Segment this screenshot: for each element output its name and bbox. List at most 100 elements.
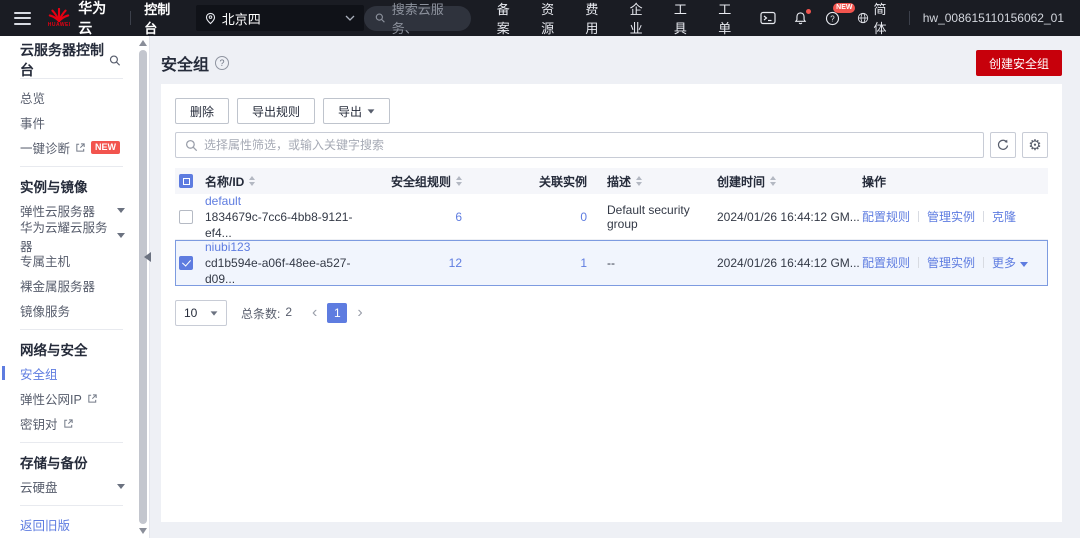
sort-icon[interactable]	[636, 176, 643, 186]
instances-count-link[interactable]: 0	[580, 210, 587, 224]
menu-item-tools[interactable]: 工具	[674, 0, 698, 37]
export-button[interactable]: 导出	[323, 98, 391, 124]
security-group-name-link[interactable]: default	[205, 194, 241, 208]
gear-icon: ⚙	[1028, 136, 1042, 154]
chevron-down-icon	[367, 108, 375, 114]
topbar-menu: 备案 资源 费用 企业 工具 工单	[497, 0, 743, 37]
select-all-checkbox[interactable]	[179, 174, 193, 188]
search-icon	[376, 13, 386, 23]
scrollbar-thumb[interactable]	[139, 50, 147, 524]
table-row-niubi123: niubi123 cd1b594e-a06f-48ee-a527-d09... …	[175, 240, 1048, 286]
delete-button[interactable]: 删除	[175, 98, 230, 124]
language-selector[interactable]: 简体	[857, 0, 895, 37]
instances-count-link[interactable]: 1	[580, 256, 587, 270]
clone-link[interactable]: 克隆	[992, 208, 1016, 225]
sidebar-collapse-handle[interactable]	[144, 245, 156, 269]
topbar-divider	[130, 11, 132, 25]
column-header-description[interactable]: 描述	[587, 173, 717, 190]
action-divider	[918, 257, 920, 268]
account-id[interactable]: hw_008615110156062_01	[923, 11, 1064, 25]
created-time-cell: 2024/01/26 16:44:12 GM...	[717, 255, 860, 270]
row-checkbox[interactable]	[179, 209, 193, 224]
menu-item-tickets[interactable]: 工单	[718, 0, 742, 37]
sidebar-item-hecs[interactable]: 华为云耀云服务器	[20, 221, 149, 254]
menu-item-resources[interactable]: 资源	[541, 0, 565, 37]
sidebar-item-diagnosis[interactable]: 一键诊断 NEW	[20, 135, 149, 160]
sidebar-item-events[interactable]: 事件	[20, 110, 149, 135]
page-size-select[interactable]: 10	[175, 300, 227, 326]
sidebar-item-eip[interactable]: 弹性公网IP	[20, 386, 149, 411]
filter-search-input[interactable]	[204, 138, 974, 152]
sidebar-item-evs[interactable]: 云硬盘	[20, 474, 149, 499]
security-group-name-link[interactable]: niubi123	[205, 240, 250, 254]
divider	[20, 329, 123, 330]
next-page-button[interactable]: ›	[357, 305, 362, 321]
description-cell: Default security group	[607, 202, 690, 231]
security-group-id: cd1b594e-a06f-48ee-a527-d09...	[205, 255, 351, 286]
column-header-name-id[interactable]: 名称/ID	[205, 173, 372, 190]
row-checkbox[interactable]	[179, 255, 193, 270]
sidebar-section-network: 网络与安全	[20, 342, 88, 358]
menu-item-enterprise[interactable]: 企业	[630, 0, 654, 37]
search-icon	[185, 139, 198, 151]
external-link-icon	[63, 419, 73, 428]
column-header-rules[interactable]: 安全组规则	[372, 173, 462, 190]
console-link[interactable]: 控制台	[144, 0, 181, 37]
sort-icon[interactable]	[249, 176, 256, 186]
manage-instances-link[interactable]: 管理实例	[927, 254, 975, 271]
menu-item-billing[interactable]: 费用	[585, 0, 609, 37]
menu-item-beian[interactable]: 备案	[497, 0, 521, 37]
cli-terminal-icon[interactable]	[760, 11, 777, 25]
chevron-down-icon	[117, 484, 125, 489]
prev-page-button[interactable]: ‹	[312, 305, 317, 321]
column-settings-button[interactable]: ⚙	[1022, 132, 1048, 158]
scroll-down-icon[interactable]	[139, 528, 147, 534]
column-header-instances[interactable]: 关联实例	[462, 173, 587, 190]
scroll-up-icon[interactable]	[139, 40, 147, 46]
divider	[20, 166, 123, 167]
refresh-button[interactable]	[990, 132, 1016, 158]
sidebar-item-security-groups[interactable]: 安全组	[2, 361, 149, 386]
sidebar-title: 云服务器控制台	[20, 42, 104, 78]
table-row-default: default 1834679c-7cc6-4bb8-9121-ef4... 6…	[175, 194, 1048, 240]
sidebar-scrollbar[interactable]	[138, 38, 148, 536]
export-rules-button[interactable]: 导出规则	[237, 98, 316, 124]
globe-icon	[858, 12, 869, 24]
rules-count-link[interactable]: 12	[449, 256, 462, 270]
manage-instances-link[interactable]: 管理实例	[927, 208, 975, 225]
sidebar-back-to-old-link[interactable]: 返回旧版	[20, 512, 149, 537]
sidebar-section-instances: 实例与镜像	[20, 179, 88, 195]
sidebar-item-overview[interactable]: 总览	[20, 85, 149, 110]
more-actions-link[interactable]: 更多	[992, 254, 1029, 271]
sidebar-item-deh[interactable]: 专属主机	[20, 248, 149, 273]
location-pin-icon	[205, 12, 215, 24]
topbar-search-placeholder: 搜索云服务、	[391, 2, 444, 36]
sidebar: 云服务器控制台 总览 事件 一键诊断 NEW 实例与镜像 弹性云服务器 华为云耀…	[0, 36, 150, 538]
sort-icon[interactable]	[770, 176, 777, 186]
help-icon[interactable]: ? NEW	[825, 2, 856, 26]
column-header-created[interactable]: 创建时间	[717, 173, 862, 190]
page-help-icon[interactable]: ?	[215, 56, 230, 70]
total-count: 总条数: 2	[241, 304, 293, 321]
brand-name: 华为云	[78, 0, 107, 36]
language-label: 简体	[873, 2, 887, 36]
topbar-search[interactable]: 搜索云服务、	[364, 2, 471, 36]
region-selector[interactable]: 北京四	[195, 5, 365, 31]
configure-rules-link[interactable]: 配置规则	[862, 208, 910, 225]
huawei-cloud-logo[interactable]: HUAWEI 华为云	[47, 0, 117, 38]
svg-text:?: ?	[831, 14, 836, 23]
create-security-group-button[interactable]: 创建安全组	[975, 50, 1062, 76]
configure-rules-link[interactable]: 配置规则	[862, 254, 910, 271]
external-link-icon	[76, 143, 85, 152]
filter-search-box[interactable]	[175, 132, 984, 158]
hamburger-menu-icon[interactable]	[14, 11, 32, 25]
sidebar-search-icon[interactable]	[109, 54, 121, 67]
security-group-id: 1834679c-7cc6-4bb8-9121-ef4...	[205, 209, 353, 240]
notifications-bell-icon[interactable]	[793, 8, 812, 26]
sidebar-item-keypairs[interactable]: 密钥对	[20, 411, 149, 436]
sidebar-item-bms[interactable]: 裸金属服务器	[20, 273, 149, 298]
current-page-button[interactable]: 1	[327, 303, 348, 323]
sidebar-item-ims[interactable]: 镜像服务	[20, 298, 149, 323]
rules-count-link[interactable]: 6	[455, 210, 462, 224]
pagination: 10 总条数: 2 ‹ 1 ›	[175, 300, 1048, 326]
